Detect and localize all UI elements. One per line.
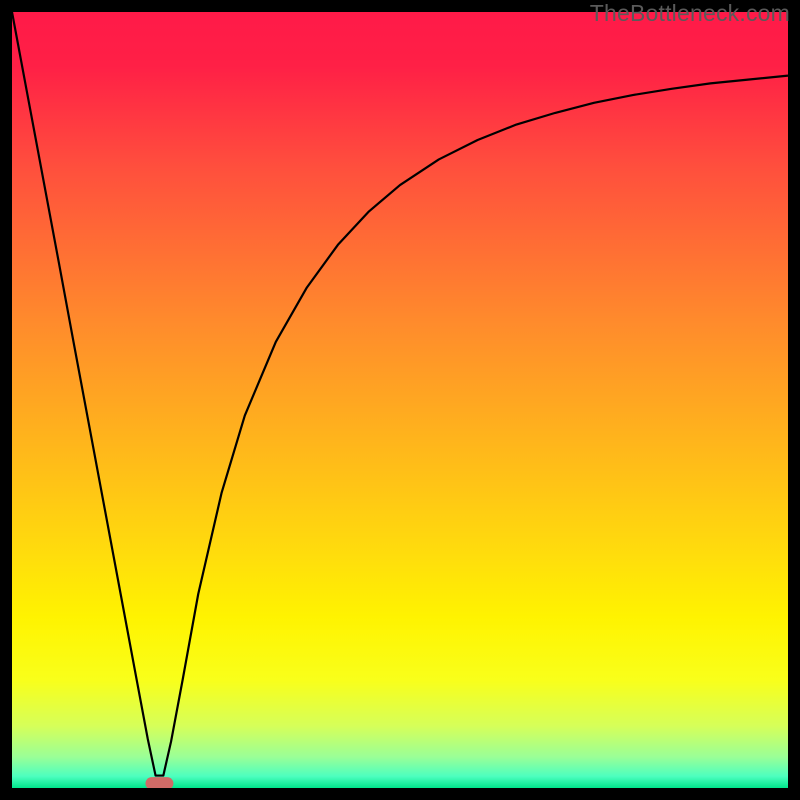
bottleneck-chart: TheBottleneck.com <box>0 0 800 800</box>
plot-area <box>12 12 788 788</box>
optimal-marker <box>145 777 173 788</box>
gradient-background <box>12 12 788 788</box>
